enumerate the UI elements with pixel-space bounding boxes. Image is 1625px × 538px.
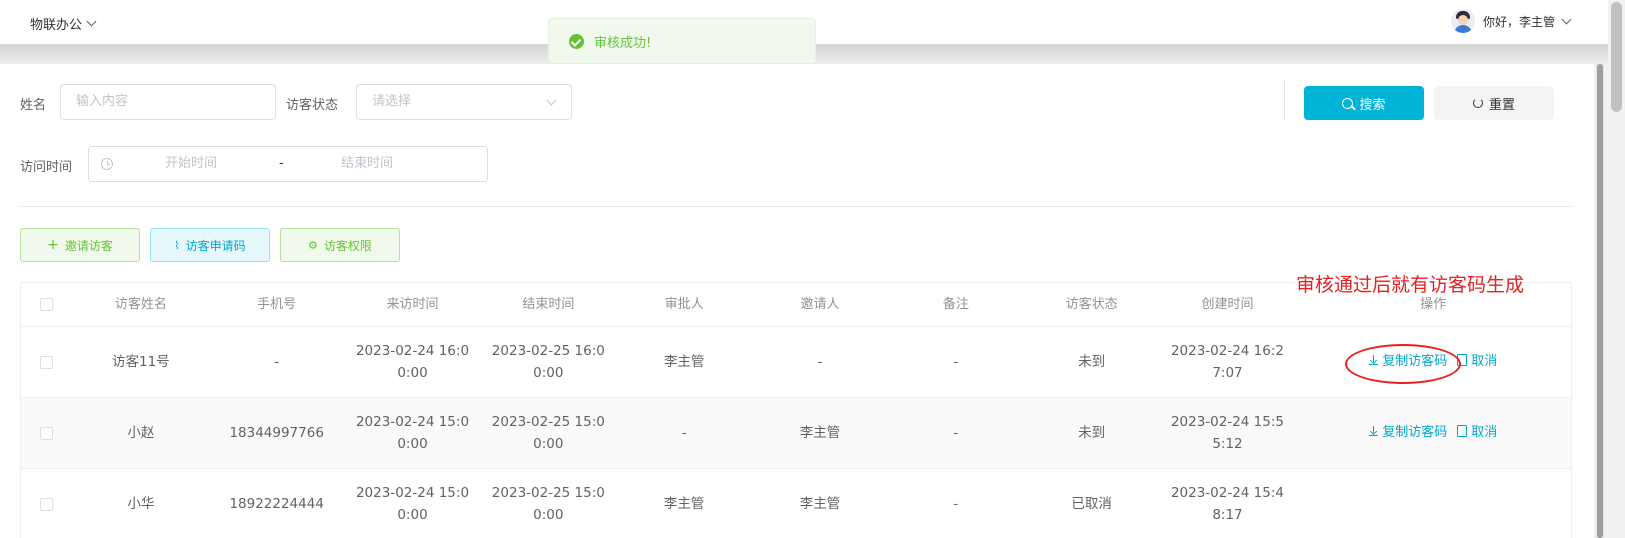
visitor-name: 访客11号 [112,354,170,370]
visitor-status: 已取消 [1071,496,1112,512]
name-input[interactable]: 输入内容 [60,84,276,120]
visitor-table: 访客姓名 手机号 来访时间 结束时间 审批人 邀请人 备注 访客状态 创建时间 … [20,282,1572,538]
user-greeting: 你好，李主管 [1482,14,1555,29]
phone: - [274,354,280,370]
status-select[interactable]: 请选择 [356,84,572,120]
table-row: 小赵 18344997766 2023-02-24 15:0 0:00 2023-… [21,398,1571,469]
column-header: 审批人 [664,296,704,312]
column-header: 来访时间 [386,296,439,312]
visit-time: 2023-02-24 15:0 [355,485,470,501]
success-toast: 审核成功! [548,18,816,64]
check-circle-icon [569,33,584,49]
plus-icon: + [47,237,59,253]
content-scrollbar[interactable] [1596,64,1604,538]
cancel-link[interactable]: 取消 [1457,351,1497,373]
end-time: 2023-02-25 15:0 [491,485,605,501]
time-label: 访问时间 [20,160,73,175]
visitor-name: 小赵 [127,425,155,441]
column-header: 备注 [942,296,969,312]
date-range-picker[interactable]: 开始时间 - 结束时间 [88,146,488,182]
download-icon [1369,426,1379,436]
name-label: 姓名 [20,98,47,113]
avatar [1450,9,1475,33]
table-row: 小华 18922224444 2023-02-24 15:0 0:00 2023-… [21,469,1571,538]
remark: - [953,496,959,512]
chevron-down-icon [86,16,97,27]
user-menu[interactable]: 你好，李主管 [1450,9,1572,33]
download-icon [1369,355,1379,365]
phone: 18922224444 [229,496,324,512]
inviter: 李主管 [799,425,841,441]
window-scrollbar[interactable] [1608,0,1625,538]
remark: - [953,354,959,370]
row-checkbox[interactable] [40,355,54,369]
end-time-input[interactable]: 结束时间 [341,147,393,181]
approver: - [681,425,687,441]
phone: 18344997766 [229,425,324,441]
search-button[interactable]: 搜索 [1304,86,1424,120]
refresh-icon [1472,98,1483,108]
visitor-name: 小华 [127,496,155,512]
select-all-checkbox[interactable] [40,298,54,311]
table-row: 访客11号 - 2023-02-24 16:0 0:00 2023-02-25 1… [21,327,1571,398]
app-name: 物联办公 [30,18,83,33]
approver: 李主管 [663,354,705,370]
app-switcher[interactable]: 物联办公 [30,14,97,33]
created-time: 2023-02-24 16:2 [1170,343,1284,359]
document-icon [1457,425,1468,437]
chevron-down-icon [546,95,557,106]
scrollbar-thumb[interactable] [1611,2,1622,112]
range-separator: - [279,156,284,171]
column-header: 邀请人 [800,296,840,312]
row-checkbox[interactable] [40,497,54,511]
clock-icon [101,158,113,170]
gear-icon: ⚙ [308,238,318,252]
paperclip-icon: ⌇ [174,238,180,252]
created-time: 2023-02-24 15:5 [1170,414,1284,430]
toast-message: 审核成功! [594,35,652,51]
annotation-text: 审核通过后就有访客码生成 [1296,274,1525,296]
start-time-input[interactable]: 开始时间 [165,147,217,181]
end-time: 2023-02-25 15:0 [491,414,605,430]
visitor-permission-button[interactable]: ⚙ 访客权限 [280,228,400,262]
row-checkbox[interactable] [40,426,54,440]
divider [1284,80,1285,120]
column-header: 结束时间 [522,296,575,312]
column-header: 访客状态 [1065,296,1118,312]
document-icon [1457,354,1468,366]
visitor-status: 未到 [1078,354,1106,370]
chevron-down-icon [1561,14,1572,24]
inviter: 李主管 [799,496,841,512]
inviter: - [817,354,823,370]
apply-code-button[interactable]: ⌇ 访客申请码 [150,228,270,262]
copy-visitor-code-link[interactable]: 复制访客码 [1369,351,1447,373]
search-icon [1342,97,1354,109]
end-time: 2023-02-25 16:0 [491,343,605,359]
status-label: 访客状态 [286,98,339,113]
divider [20,206,1572,207]
created-time: 2023-02-24 15:4 [1170,485,1284,501]
visit-time: 2023-02-24 16:0 [355,343,470,359]
copy-visitor-code-link[interactable]: 复制访客码 [1369,422,1447,444]
column-header: 创建时间 [1201,296,1254,312]
column-header: 访客姓名 [114,296,167,312]
visitor-status: 未到 [1078,425,1106,441]
approver: 李主管 [663,496,705,512]
invite-visitor-button[interactable]: + 邀请访客 [20,228,140,262]
cancel-link[interactable]: 取消 [1457,422,1497,444]
column-header: 手机号 [257,296,297,312]
remark: - [953,425,959,441]
visit-time: 2023-02-24 15:0 [355,414,470,430]
reset-button[interactable]: 重置 [1434,86,1554,120]
